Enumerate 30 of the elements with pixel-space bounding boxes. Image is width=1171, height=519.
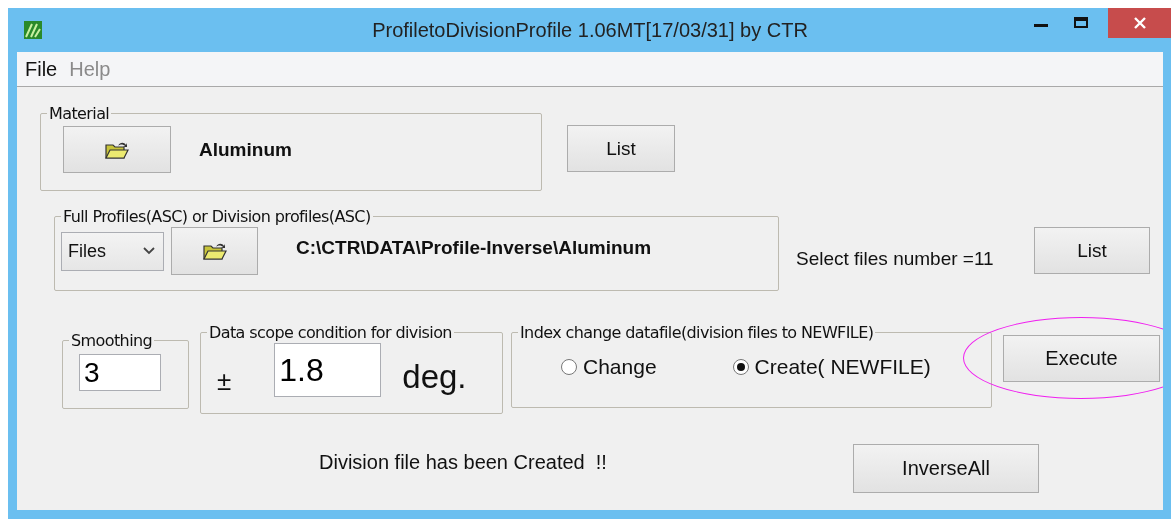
window-title: ProfiletoDivisionProfile 1.06MT[17/03/31] by CTR (372, 19, 808, 41)
close-button[interactable] (1108, 8, 1171, 38)
material-name: Aluminum (199, 138, 292, 161)
scope-input[interactable]: 1.8 (274, 343, 382, 397)
radio-option[interactable]: Create( NEWFILE) (732, 355, 931, 379)
inverse-all-button[interactable]: InverseAll (853, 444, 1039, 493)
maximize-icon[interactable] (1074, 17, 1088, 28)
files-count-label: Select files number =11 (796, 248, 995, 270)
group-label: Smoothing (70, 331, 154, 350)
close-icon (1132, 16, 1147, 30)
group-label: Index change datafile(division files to NEWFILE) (519, 323, 875, 342)
open-folder-button[interactable] (63, 126, 171, 173)
list-button[interactable]: List (1034, 227, 1150, 274)
app-icon (24, 21, 42, 39)
plus-minus-sign: ± (217, 365, 232, 397)
chevron-down-icon (143, 247, 155, 255)
execute-button[interactable]: Execute (1003, 335, 1160, 382)
group-label: Material (48, 104, 111, 123)
folder-path: C:\CTR\DATA\Profile-Inverse\Aluminum (296, 237, 652, 259)
radio-option[interactable]: Change (561, 355, 657, 379)
group-label: Full Profiles(ASC) or Division profiles(ASC) (62, 207, 372, 226)
mode-dropdown[interactable]: Files (61, 231, 164, 271)
status-message: Division file has been Created !! (319, 451, 608, 474)
group-label: Data scope condition for division (208, 323, 453, 342)
unit-label: deg. (402, 358, 467, 396)
menu-item[interactable]: File (25, 57, 58, 81)
folder-icon (202, 241, 227, 261)
open-folder-button[interactable] (171, 227, 258, 275)
list-button[interactable]: List (567, 125, 675, 172)
smoothing-input[interactable]: 3 (79, 354, 161, 391)
